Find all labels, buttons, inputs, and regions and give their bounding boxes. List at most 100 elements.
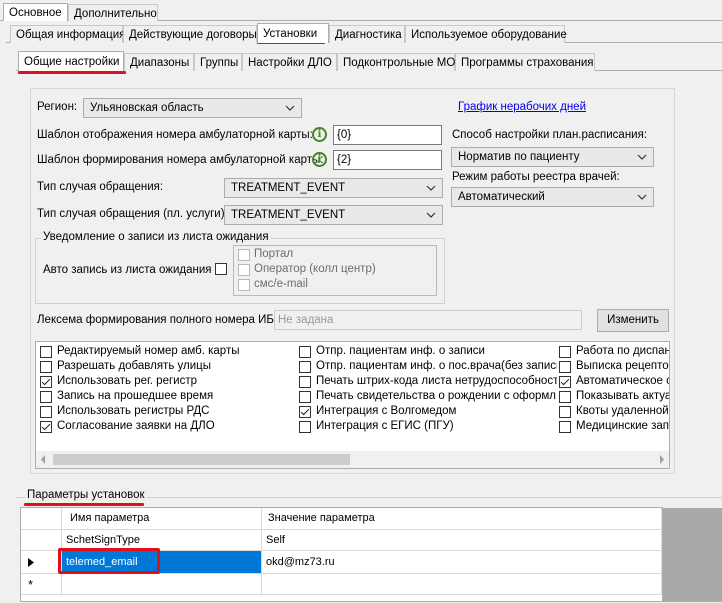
option-checkbox[interactable]	[559, 361, 571, 373]
auto-record-label: Авто запись из листа ожидания	[43, 264, 212, 276]
tab-diagnostics[interactable]: Диагностика	[329, 25, 405, 43]
non-working-days-link[interactable]: График нерабочих дней	[458, 101, 586, 113]
option-checkbox[interactable]	[299, 376, 311, 388]
col-header-value[interactable]: Значение параметра	[262, 508, 662, 530]
tab-insurance-programs[interactable]: Программы страхования	[455, 53, 595, 71]
new-row-name-cell[interactable]	[62, 574, 262, 595]
tab-equipment[interactable]: Используемое оборудование	[405, 25, 567, 43]
option-row[interactable]: Редактируемый номер амб. карты	[40, 345, 295, 360]
option-row[interactable]: Использовать рег. регистр	[40, 375, 295, 390]
horizontal-scrollbar[interactable]	[36, 451, 669, 468]
option-checkbox[interactable]	[559, 346, 571, 358]
plan-method-select[interactable]: Норматив по пациенту	[451, 147, 654, 167]
tab-main[interactable]: Основное	[3, 3, 68, 21]
option-row[interactable]: Медицинские запи	[559, 420, 669, 435]
option-label: Разрешать добавлять улицы	[57, 360, 211, 372]
chevron-down-icon	[285, 105, 295, 111]
option-row[interactable]: Запись на прошедшее время	[40, 390, 295, 405]
tab-ranges[interactable]: Диапазоны	[124, 53, 194, 71]
tab-groups[interactable]: Группы	[194, 53, 242, 71]
option-row[interactable]: Интеграция с Волгомедом	[299, 405, 557, 420]
options-checklist: Редактируемый номер амб. карты Разрешать …	[35, 341, 670, 469]
display-template-input[interactable]: {0}	[333, 125, 442, 145]
option-row[interactable]: Автоматическое с	[559, 375, 669, 390]
option-label: Медицинские запи	[576, 420, 669, 432]
lexeme-label: Лексема формирования полного номера ИБ	[37, 314, 274, 326]
option-label: Редактируемый номер амб. карты	[57, 345, 240, 357]
option-checkbox[interactable]	[40, 421, 52, 433]
chevron-down-icon	[637, 194, 647, 200]
row-header[interactable]	[21, 530, 62, 551]
lexeme-input[interactable]: Не задана	[274, 310, 582, 330]
option-checkbox[interactable]	[299, 421, 311, 433]
option-checkbox[interactable]	[40, 376, 52, 388]
option-label: Интеграция с Волгомедом	[316, 405, 457, 417]
operator-checkbox[interactable]	[238, 264, 250, 276]
scrollbar-thumb[interactable]	[53, 454, 350, 465]
option-checkbox[interactable]	[40, 361, 52, 373]
info-icon[interactable]: i	[312, 152, 327, 167]
scroll-left-icon[interactable]	[39, 455, 48, 464]
registry-mode-select[interactable]: Автоматический	[451, 187, 654, 207]
option-checkbox[interactable]	[299, 346, 311, 358]
option-checkbox[interactable]	[559, 406, 571, 418]
waitlist-group-title: Уведомление о записи из листа ожидания	[41, 231, 271, 243]
option-row[interactable]: Отпр. пациентам инф. о пос.врача(без зап…	[299, 360, 557, 375]
option-checkbox[interactable]	[40, 346, 52, 358]
change-button[interactable]: Изменить	[597, 309, 669, 332]
param-value-cell[interactable]: okd@mz73.ru	[262, 551, 662, 574]
option-checkbox[interactable]	[299, 391, 311, 403]
option-label: Показывать актуа	[576, 390, 669, 402]
new-row-header[interactable]: *	[21, 574, 62, 595]
info-icon[interactable]: i	[312, 127, 327, 142]
chevron-down-icon	[426, 212, 436, 218]
option-label: Отпр. пациентам инф. о записи	[316, 345, 485, 357]
tab-general-info[interactable]: Общая информация	[10, 25, 125, 43]
case-type-paid-select[interactable]: TREATMENT_EVENT	[224, 205, 443, 225]
option-checkbox[interactable]	[299, 406, 311, 418]
auto-record-checkbox[interactable]	[215, 263, 227, 275]
option-row[interactable]: Отпр. пациентам инф. о записи	[299, 345, 557, 360]
tab-subordinate-mo[interactable]: Подконтрольные МО	[337, 53, 455, 71]
option-row[interactable]: Выписка рецептов	[559, 360, 669, 375]
option-checkbox[interactable]	[559, 376, 571, 388]
option-checkbox[interactable]	[40, 391, 52, 403]
tab-dlo-settings[interactable]: Настройки ДЛО	[242, 53, 337, 71]
case-type-value: TREATMENT_EVENT	[231, 182, 346, 194]
form-template-input[interactable]: {2}	[333, 150, 442, 170]
tab-additional[interactable]: Дополнительно	[68, 4, 158, 21]
option-checkbox[interactable]	[559, 421, 571, 433]
portal-checkbox[interactable]	[238, 249, 250, 261]
option-row[interactable]: Печать штрих-кода листа нетрудоспособнос…	[299, 375, 557, 390]
param-value-cell[interactable]: Self	[262, 530, 662, 551]
option-row[interactable]: Печать свидетельства о рождении с оформл	[299, 390, 557, 405]
case-type-paid-label: Тип случая обращения (пл. услуги):	[37, 208, 228, 220]
option-checkbox[interactable]	[299, 361, 311, 373]
registry-mode-label: Режим работы реестра врачей:	[452, 171, 620, 183]
option-row[interactable]: Согласование заявки на ДЛО	[40, 420, 295, 435]
region-label: Регион:	[37, 101, 78, 113]
option-checkbox[interactable]	[559, 391, 571, 403]
option-row[interactable]: Показывать актуа	[559, 390, 669, 405]
option-label: Печать штрих-кода листа нетрудоспособнос…	[316, 375, 557, 387]
option-checkbox[interactable]	[40, 406, 52, 418]
new-row-value-cell[interactable]	[262, 574, 662, 595]
scroll-right-icon[interactable]	[657, 455, 666, 464]
option-row[interactable]: Квоты удаленной	[559, 405, 669, 420]
tab-general-settings[interactable]: Общие настройки	[18, 51, 124, 71]
option-label: Выписка рецептов	[576, 360, 669, 372]
option-row[interactable]: Интеграция с ЕГИС (ПГУ)	[299, 420, 557, 435]
option-row[interactable]: Использовать регистры РДС	[40, 405, 295, 420]
col-header-name[interactable]: Имя параметра	[62, 508, 262, 530]
row-header[interactable]	[21, 551, 62, 574]
case-type-label: Тип случая обращения:	[37, 181, 164, 193]
option-row[interactable]: Разрешать добавлять улицы	[40, 360, 295, 375]
sms-checkbox[interactable]	[238, 279, 250, 291]
region-select[interactable]: Ульяновская область	[83, 98, 302, 118]
chevron-down-icon	[637, 154, 647, 160]
option-row[interactable]: Работа по диспан	[559, 345, 669, 360]
tab-settings[interactable]: Установки	[257, 23, 329, 43]
tab-contracts[interactable]: Действующие договоры	[123, 25, 257, 43]
chevron-down-icon	[426, 185, 436, 191]
case-type-select[interactable]: TREATMENT_EVENT	[224, 178, 443, 198]
